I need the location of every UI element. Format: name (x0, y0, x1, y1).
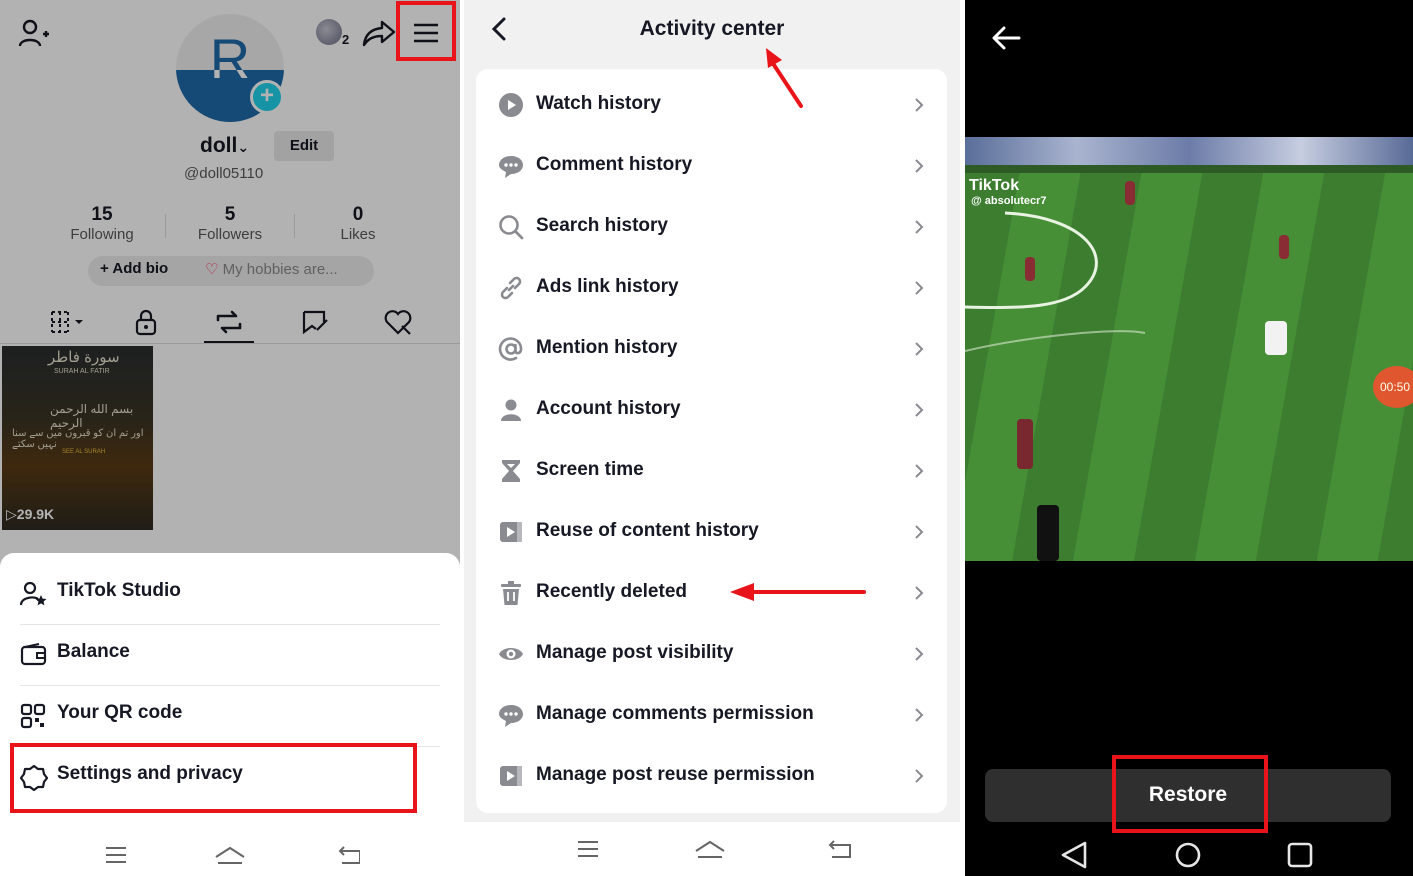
person-star-icon (20, 581, 47, 606)
player (1279, 235, 1289, 259)
activity-center-screen: Activity center Watch history Comment hi… (464, 0, 960, 876)
home-nav-icon[interactable] (1175, 842, 1201, 868)
reuse-icon (500, 766, 522, 786)
wallet-icon (20, 643, 47, 666)
system-nav-bar (1061, 841, 1313, 869)
system-nav-bar (106, 846, 360, 864)
home-nav-icon[interactable] (215, 846, 245, 864)
row-comment-history[interactable]: Comment history (476, 136, 947, 197)
menu-item-qr-code[interactable]: Your QR code (20, 685, 440, 746)
hourglass-icon (502, 460, 520, 482)
annotation-arrow-recently-deleted (730, 583, 866, 601)
player (1265, 321, 1287, 355)
chevron-right-icon (915, 159, 924, 173)
chevron-right-icon (915, 342, 924, 356)
comment-icon (499, 156, 523, 178)
highlight-restore-button (1112, 755, 1268, 833)
highlight-settings-privacy (10, 743, 417, 813)
row-search-history[interactable]: Search history (476, 197, 947, 258)
row-ads-link-history[interactable]: Ads link history (476, 258, 947, 319)
system-nav-icons (578, 840, 851, 858)
chevron-right-icon (915, 403, 924, 417)
qr-code-icon (20, 703, 46, 729)
activity-list: Watch history Comment history Search his… (476, 69, 947, 813)
play-circle-icon (499, 93, 523, 117)
row-reuse-content-history[interactable]: Reuse of content history (476, 502, 947, 563)
comment-icon (499, 705, 523, 727)
menu-item-tiktok-studio[interactable]: TikTok Studio (20, 563, 440, 624)
chevron-right-icon (915, 220, 924, 234)
chevron-right-icon (915, 281, 924, 295)
row-account-history[interactable]: Account history (476, 380, 947, 441)
chevron-right-icon (915, 464, 924, 478)
page-title: Activity center (639, 17, 785, 40)
back-nav-icon[interactable] (828, 840, 851, 858)
person-silhouette (1037, 505, 1059, 561)
chevron-right-icon (915, 525, 924, 539)
eye-icon (499, 648, 523, 660)
chevron-right-icon (915, 769, 924, 783)
player (1025, 257, 1035, 281)
at-icon (498, 337, 523, 361)
row-watch-history[interactable]: Watch history (476, 75, 947, 136)
back-nav-icon[interactable] (338, 846, 360, 864)
player (1125, 181, 1135, 205)
player (1017, 419, 1033, 469)
restore-video-screen: TikTok @ absolutecr7 00:50 Restore (965, 0, 1413, 876)
row-mention-history[interactable]: Mention history (476, 319, 947, 380)
back-nav-icon[interactable] (1061, 841, 1087, 869)
video-timer: 00:50 (1373, 366, 1413, 408)
chevron-right-icon (915, 708, 924, 722)
annotation-arrow-title (766, 48, 803, 108)
recents-nav-icon[interactable] (578, 841, 598, 857)
deleted-video-preview[interactable]: TikTok @ absolutecr7 (965, 137, 1413, 561)
link-icon (500, 276, 522, 300)
row-manage-post-visibility[interactable]: Manage post visibility (476, 624, 947, 685)
chevron-right-icon (915, 98, 924, 112)
row-recently-deleted[interactable]: Recently deleted (476, 563, 947, 624)
tiktok-watermark: TikTok (969, 177, 1020, 194)
reuse-icon (500, 522, 522, 542)
back-arrow-icon[interactable] (991, 25, 1021, 51)
trash-icon (501, 581, 521, 605)
chevron-right-icon (915, 647, 924, 661)
system-nav-bar (464, 822, 960, 876)
row-manage-post-reuse-permission[interactable]: Manage post reuse permission (476, 746, 947, 807)
watermark-username: @ absolutecr7 (971, 195, 1047, 207)
recents-nav-icon[interactable] (106, 847, 126, 863)
profile-menu-sheet: TikTok Studio Balance Your QR code Setti… (0, 553, 460, 876)
row-manage-comments-permission[interactable]: Manage comments permission (476, 685, 947, 746)
recents-nav-icon[interactable] (1287, 842, 1313, 868)
menu-item-balance[interactable]: Balance (20, 624, 440, 685)
highlight-menu-icon (396, 1, 456, 61)
search-icon (499, 215, 524, 240)
chevron-right-icon (915, 586, 924, 600)
row-screen-time[interactable]: Screen time (476, 441, 947, 502)
home-nav-icon[interactable] (695, 840, 725, 858)
person-icon (501, 399, 521, 421)
